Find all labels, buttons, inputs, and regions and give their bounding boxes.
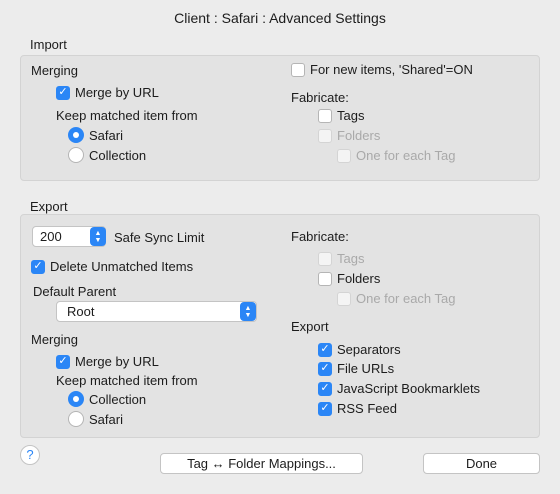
export-merge-by-url[interactable]: ✓ Merge by URL — [56, 354, 159, 369]
import-shared-on[interactable]: For new items, 'Shared'=ON — [291, 62, 473, 77]
import-merge-by-url-checkbox[interactable]: ✓ — [56, 85, 70, 100]
import-fabricate-tags[interactable]: Tags — [318, 108, 364, 123]
export-item-javascript-bookmarklets[interactable]: ✓ JavaScript Bookmarklets — [318, 381, 480, 396]
tag-folder-mappings-button[interactable]: Tag ↔ Folder Mappings... — [160, 453, 363, 474]
import-fabricate-one-each-tag[interactable]: One for each Tag — [337, 148, 456, 163]
javascript-bookmarklets-label: JavaScript Bookmarklets — [337, 381, 481, 396]
export-fabricate-folders-label: Folders — [337, 271, 381, 286]
rss-feed-label: RSS Feed — [337, 401, 397, 416]
import-keep-collection-label: Collection — [89, 147, 147, 163]
export-fabricate-folders[interactable]: Folders — [318, 271, 380, 286]
safe-sync-limit-field[interactable]: 200 ▲ ▼ — [32, 226, 106, 247]
import-fabricate-folders[interactable]: Folders — [318, 128, 380, 143]
export-one-each-tag-label: One for each Tag — [356, 291, 456, 306]
export-keep-matched-label: Keep matched item from — [56, 373, 198, 388]
import-fabricate-tags-label: Tags — [337, 108, 365, 123]
export-merging-label: Merging — [31, 332, 78, 347]
export-section-label: Export — [30, 199, 68, 214]
export-item-separators[interactable]: ✓ Separators — [318, 342, 401, 357]
export-merge-by-url-checkbox[interactable]: ✓ — [56, 354, 70, 369]
default-parent-value: Root — [67, 304, 95, 319]
javascript-bookmarklets-checkbox[interactable]: ✓ — [318, 381, 332, 396]
rss-feed-checkbox[interactable]: ✓ — [318, 401, 332, 416]
file-urls-label: File URLs — [337, 361, 395, 376]
import-fabricate-tags-checkbox[interactable] — [318, 108, 332, 123]
import-merge-by-url-label: Merge by URL — [75, 85, 159, 100]
export-keep-collection-label: Collection — [89, 391, 147, 407]
safe-sync-limit-value: 200 — [40, 229, 62, 244]
import-keep-option-collection[interactable]: Collection — [68, 147, 146, 163]
import-fabricate-folders-checkbox[interactable] — [318, 128, 332, 143]
import-section-label: Import — [30, 37, 67, 52]
import-fabricate-label: Fabricate: — [291, 90, 349, 105]
import-keep-matched-label: Keep matched item from — [56, 108, 198, 123]
default-parent-popup[interactable]: Root ▲ ▼ — [56, 301, 257, 322]
delete-unmatched-label: Delete Unmatched Items — [50, 259, 194, 274]
export-fabricate-tags[interactable]: Tags — [318, 251, 364, 266]
delete-unmatched-items[interactable]: ✓ Delete Unmatched Items — [31, 259, 193, 274]
export-item-rss-feed[interactable]: ✓ RSS Feed — [318, 401, 397, 416]
export-fabricate-label: Fabricate: — [291, 229, 349, 244]
default-parent-label: Default Parent — [33, 284, 117, 299]
import-fabricate-folders-label: Folders — [337, 128, 381, 143]
delete-unmatched-checkbox[interactable]: ✓ — [31, 259, 45, 274]
import-keep-option-safari[interactable]: Safari — [68, 127, 123, 143]
window-title: Client : Safari : Advanced Settings — [174, 10, 386, 26]
export-merge-by-url-label: Merge by URL — [75, 354, 159, 369]
file-urls-checkbox[interactable]: ✓ — [318, 361, 332, 376]
export-fabricate-folders-checkbox[interactable] — [318, 271, 332, 286]
import-shared-on-checkbox[interactable] — [291, 62, 305, 77]
import-shared-on-label: For new items, 'Shared'=ON — [310, 62, 473, 77]
export-keep-safari-label: Safari — [89, 411, 123, 427]
done-button[interactable]: Done — [423, 453, 540, 474]
import-one-each-tag-label: One for each Tag — [356, 148, 456, 163]
safe-sync-stepper-icon[interactable]: ▲ ▼ — [90, 227, 106, 246]
safe-sync-limit-label: Safe Sync Limit — [114, 230, 205, 245]
export-keep-option-safari[interactable]: Safari — [68, 411, 123, 427]
import-merge-by-url[interactable]: ✓ Merge by URL — [56, 85, 159, 100]
separators-label: Separators — [337, 342, 401, 357]
export-one-each-tag-checkbox[interactable] — [337, 291, 351, 306]
import-keep-safari-radio[interactable] — [68, 127, 84, 143]
export-keep-collection-radio[interactable] — [68, 391, 84, 407]
help-icon[interactable]: ? — [20, 445, 40, 465]
chevron-updown-icon[interactable]: ▲ ▼ — [240, 302, 256, 321]
export-item-file-urls[interactable]: ✓ File URLs — [318, 361, 394, 376]
export-fabricate-tags-label: Tags — [337, 251, 365, 266]
export-fabricate-one-each-tag[interactable]: One for each Tag — [337, 291, 456, 306]
export-keep-safari-radio[interactable] — [68, 411, 84, 427]
import-keep-collection-radio[interactable] — [68, 147, 84, 163]
separators-checkbox[interactable]: ✓ — [318, 342, 332, 357]
import-keep-safari-label: Safari — [89, 127, 123, 143]
import-one-each-tag-checkbox[interactable] — [337, 148, 351, 163]
export-fabricate-tags-checkbox[interactable] — [318, 251, 332, 266]
import-merging-label: Merging — [31, 63, 78, 78]
export-keep-option-collection[interactable]: Collection — [68, 391, 146, 407]
export-export-label: Export — [291, 319, 329, 334]
